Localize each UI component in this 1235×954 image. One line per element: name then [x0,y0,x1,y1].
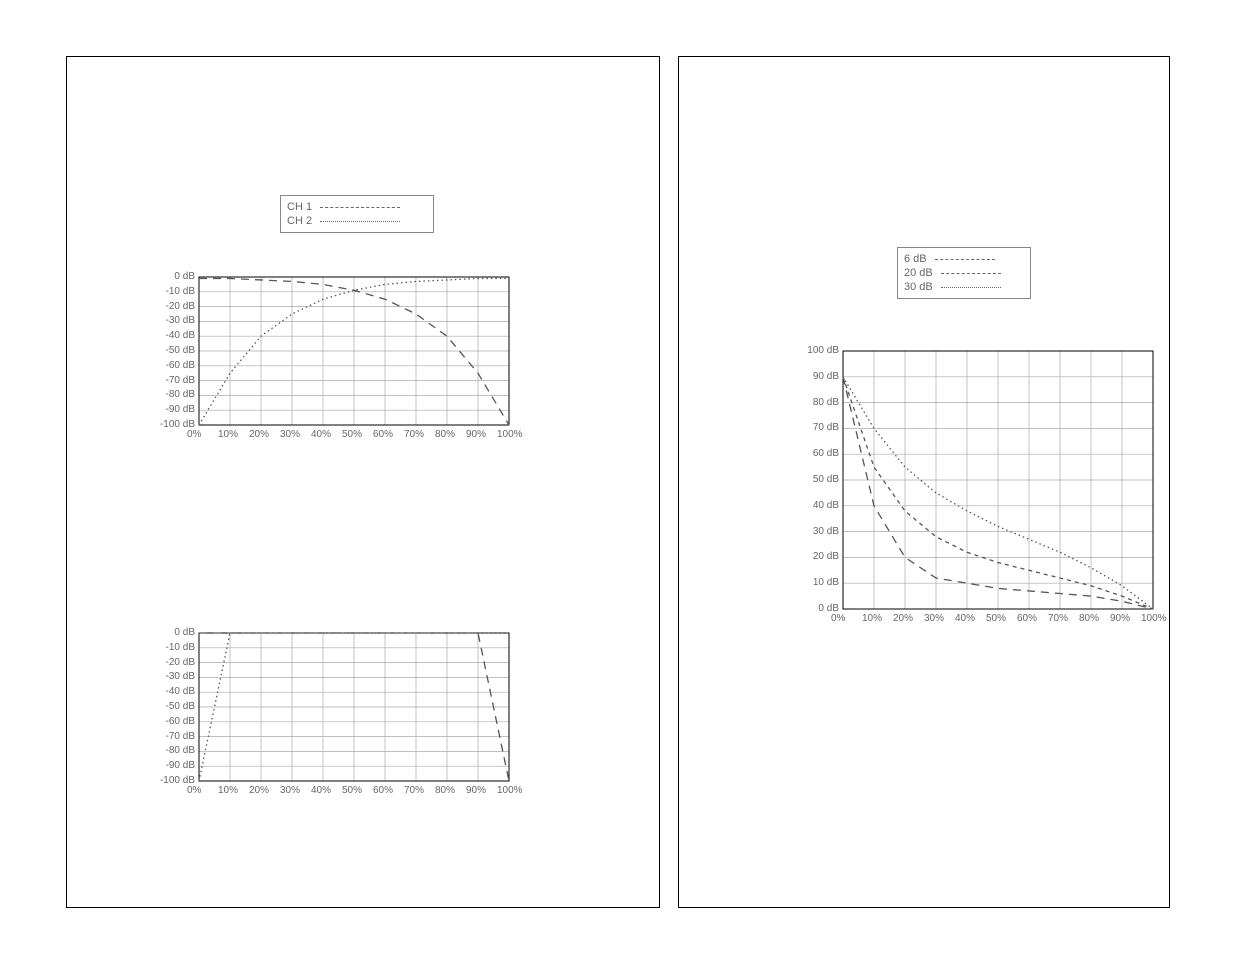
chart-b: 0 dB -10 dB -20 dB -30 dB -40 dB -50 dB -60 dB… [155,629,515,799]
y-tick-label: -20 dB [155,301,195,312]
y-tick-label: -70 dB [155,375,195,386]
y-tick-label: 20 dB [799,551,839,562]
legend-swatch-dash-short [941,273,1001,274]
x-tick-label: 0% [187,785,201,796]
x-tick-label: 10% [218,785,238,796]
y-tick-label: 0 dB [155,627,195,638]
legend-label: 30 dB [904,281,933,293]
x-tick-label: 10% [862,613,882,624]
y-tick-label: -40 dB [155,686,195,697]
x-tick-label: 100% [1141,613,1167,624]
y-tick-label: 100 dB [799,345,839,356]
x-tick-label: 60% [1017,613,1037,624]
x-tick-label: 50% [342,785,362,796]
y-tick-label: -60 dB [155,360,195,371]
x-tick-label: 70% [404,785,424,796]
x-tick-label: 70% [404,429,424,440]
x-tick-label: 0% [187,429,201,440]
x-tick-label: 60% [373,429,393,440]
x-tick-label: 80% [1079,613,1099,624]
y-tick-label: 10 dB [799,577,839,588]
y-tick-label: 60 dB [799,448,839,459]
y-tick-label: -90 dB [155,760,195,771]
x-tick-label: 50% [342,429,362,440]
x-tick-label: 90% [466,429,486,440]
left-page-panel: CH 1 CH 2 0 dB -10 dB -20 dB -30 dB -40 dB -5… [66,56,660,908]
x-tick-label: 90% [1110,613,1130,624]
legend-ch: CH 1 CH 2 [280,195,434,233]
x-tick-label: 80% [435,785,455,796]
y-tick-label: 90 dB [799,371,839,382]
legend-label: CH 1 [287,201,312,213]
y-tick-label: -70 dB [155,731,195,742]
x-tick-label: 20% [249,429,269,440]
y-tick-label: 30 dB [799,526,839,537]
x-tick-label: 20% [249,785,269,796]
y-tick-label: -50 dB [155,345,195,356]
x-tick-label: 90% [466,785,486,796]
legend-swatch-dotted [941,287,1001,288]
x-tick-label: 60% [373,785,393,796]
y-tick-label: -10 dB [155,286,195,297]
legend-item: 6 dB [904,252,1024,266]
chart-c-svg [799,347,1159,627]
x-tick-label: 70% [1048,613,1068,624]
y-tick-label: -40 dB [155,330,195,341]
x-tick-label: 30% [280,785,300,796]
legend-item: 30 dB [904,280,1024,294]
x-tick-label: 0% [831,613,845,624]
y-tick-label: -10 dB [155,642,195,653]
y-tick-label: -60 dB [155,716,195,727]
x-tick-label: 40% [955,613,975,624]
x-tick-label: 50% [986,613,1006,624]
x-tick-label: 80% [435,429,455,440]
legend-item: CH 2 [287,214,427,228]
legend-swatch-dotted [320,221,400,222]
y-tick-label: -90 dB [155,404,195,415]
y-tick-label: -20 dB [155,657,195,668]
y-tick-label: -30 dB [155,315,195,326]
x-tick-label: 10% [218,429,238,440]
legend-db: 6 dB 20 dB 30 dB [897,247,1031,299]
x-tick-label: 40% [311,785,331,796]
y-tick-label: -80 dB [155,389,195,400]
x-tick-label: 100% [497,429,523,440]
y-tick-label: 50 dB [799,474,839,485]
chart-a: 0 dB -10 dB -20 dB -30 dB -40 dB -50 dB -60 dB… [155,273,515,443]
x-tick-label: 30% [924,613,944,624]
chart-b-svg [155,629,515,799]
y-tick-label: 70 dB [799,422,839,433]
chart-a-svg [155,273,515,443]
legend-swatch-dash-long [935,259,995,260]
y-tick-label: -80 dB [155,745,195,756]
y-tick-label: 80 dB [799,397,839,408]
legend-label: CH 2 [287,215,312,227]
x-tick-label: 30% [280,429,300,440]
y-tick-label: -30 dB [155,671,195,682]
legend-item: 20 dB [904,266,1024,280]
legend-swatch-dash-long [320,207,400,208]
y-tick-label: 40 dB [799,500,839,511]
legend-label: 20 dB [904,267,933,279]
legend-item: CH 1 [287,200,427,214]
x-tick-label: 100% [497,785,523,796]
right-page-panel: 6 dB 20 dB 30 dB 100 dB 90 dB 80 dB 70 dB 60… [678,56,1170,908]
chart-c: 100 dB 90 dB 80 dB 70 dB 60 dB 50 dB 40 dB 30 d… [799,347,1159,627]
x-tick-label: 40% [311,429,331,440]
x-tick-label: 20% [893,613,913,624]
y-tick-label: -50 dB [155,701,195,712]
y-tick-label: 0 dB [155,271,195,282]
legend-label: 6 dB [904,253,927,265]
